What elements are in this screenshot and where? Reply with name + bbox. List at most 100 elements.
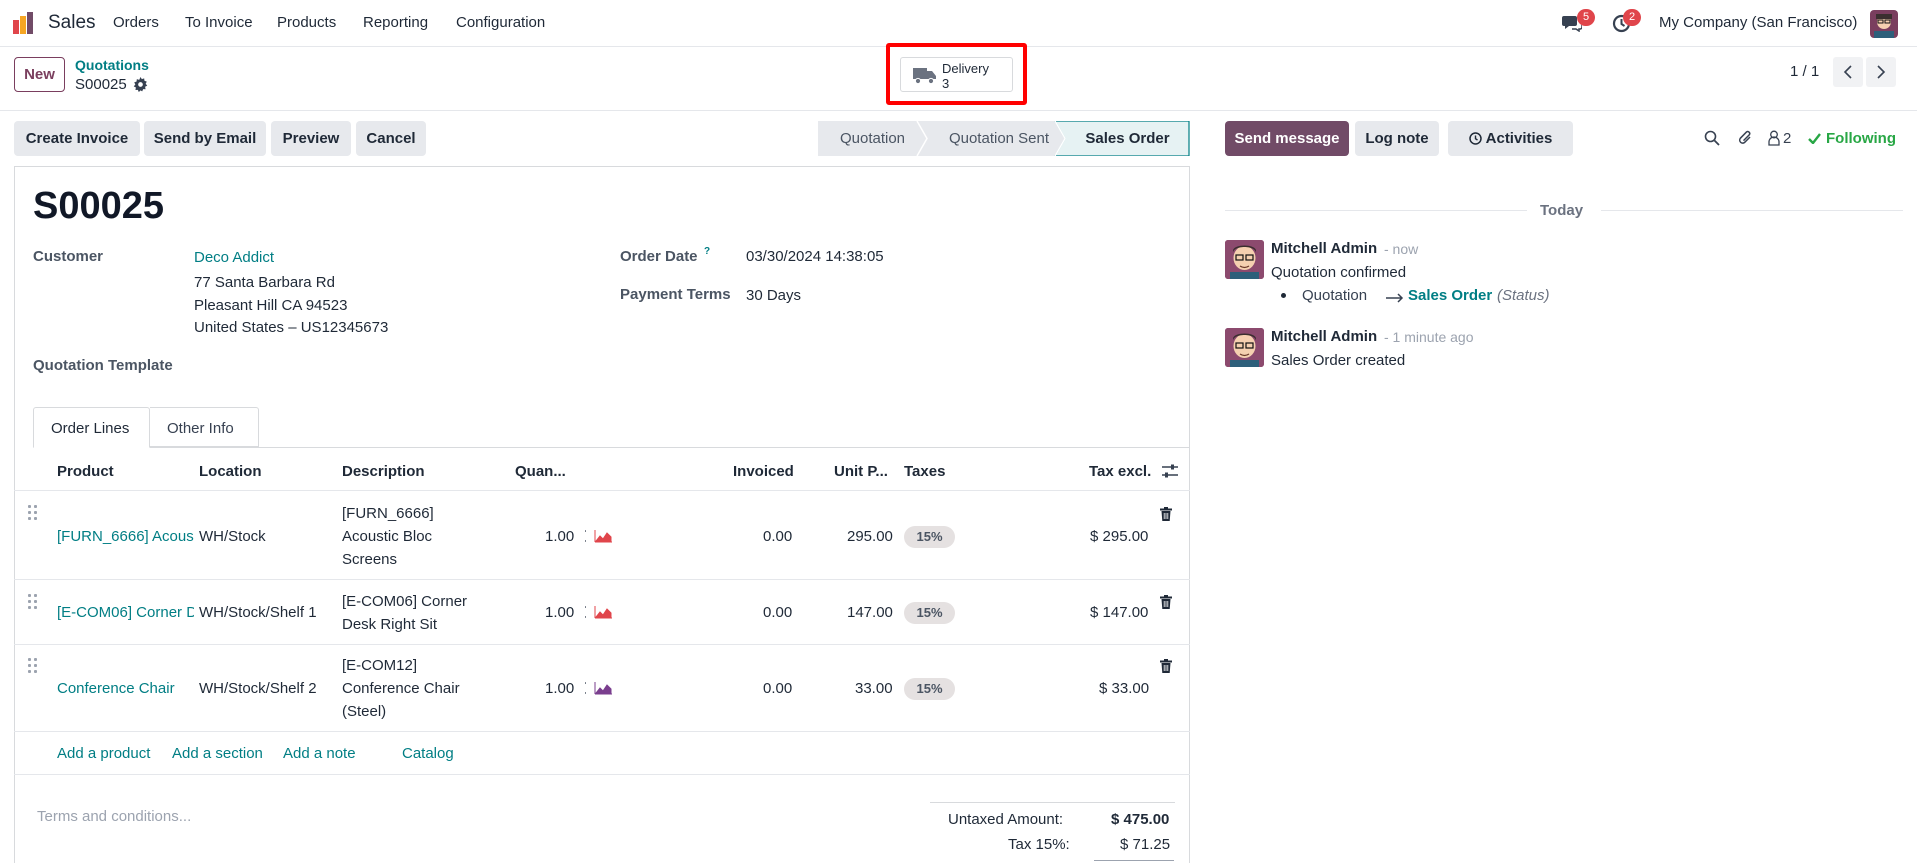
row-1-trash-icon[interactable] <box>1160 507 1172 521</box>
pager-value[interactable]: 1 / 1 <box>1790 63 1819 80</box>
status-sales-order[interactable]: Sales Order <box>1065 121 1190 156</box>
log-note-button[interactable]: Log note <box>1355 121 1439 156</box>
optional-columns-icon[interactable] <box>1162 463 1178 479</box>
row-2-trash-icon[interactable] <box>1160 595 1172 609</box>
row-1-product[interactable]: [FURN_6666] Acous <box>57 528 194 545</box>
col-quantity[interactable]: Quan... <box>515 463 566 480</box>
row-2-tax-tag[interactable]: 15% <box>904 602 955 624</box>
row-2-quantity[interactable]: 1.00 <box>545 604 574 621</box>
row-1-quantity[interactable]: 1.00 <box>545 528 574 545</box>
row-3-drag-handle[interactable] <box>28 658 40 674</box>
new-button[interactable]: New <box>14 57 65 92</box>
message-1-author[interactable]: Mitchell Admin <box>1271 240 1377 257</box>
row-3-description-2[interactable]: Conference Chair <box>342 680 460 697</box>
row-2-product[interactable]: [E-COM06] Corner D <box>57 604 194 621</box>
row-2-location[interactable]: WH/Stock/Shelf 1 <box>199 604 317 621</box>
order-date-value[interactable]: 03/30/2024 14:38:05 <box>746 248 884 265</box>
app-name[interactable]: Sales <box>48 12 96 34</box>
catalog-link[interactable]: Catalog <box>402 745 454 762</box>
row-3-description-1[interactable]: [E-COM12] <box>342 657 417 674</box>
row-3-tax-tag[interactable]: 15% <box>904 678 955 700</box>
create-invoice-button[interactable]: Create Invoice <box>14 121 140 156</box>
row-1-description-1[interactable]: [FURN_6666] <box>342 505 434 522</box>
row-1-forecast-icon[interactable] <box>580 529 613 543</box>
send-by-email-button[interactable]: Send by Email <box>144 121 266 156</box>
row-2-invoiced: 0.00 <box>763 604 793 621</box>
row-2-description-2[interactable]: Desk Right Sit <box>342 616 437 633</box>
menu-reporting[interactable]: Reporting <box>363 14 428 31</box>
row-3-forecast-icon[interactable] <box>580 681 613 695</box>
order-date-help-icon[interactable]: ? <box>704 246 710 257</box>
activities-button[interactable]: Activities <box>1448 121 1573 156</box>
delivery-count: 3 <box>942 76 950 91</box>
row-1-drag-handle[interactable] <box>28 505 40 521</box>
message-1-body: Quotation confirmed <box>1271 264 1407 281</box>
menu-configuration[interactable]: Configuration <box>456 14 545 31</box>
breadcrumb-quotations[interactable]: Quotations <box>75 57 149 73</box>
row-3-divider <box>14 731 1190 732</box>
row-2-divider <box>14 644 1190 645</box>
add-product-link[interactable]: Add a product <box>57 745 150 762</box>
pager-previous-button[interactable] <box>1833 57 1863 87</box>
followers-button[interactable]: 2 <box>1768 129 1798 147</box>
row-3-location[interactable]: WH/Stock/Shelf 2 <box>199 680 317 697</box>
row-1-location[interactable]: WH/Stock <box>199 528 266 545</box>
address-line-3: United States – US12345673 <box>194 319 389 336</box>
totals-divider <box>930 802 1175 803</box>
row-2-drag-handle[interactable] <box>28 594 40 610</box>
clock-icon <box>1468 123 1482 158</box>
row-1-unit-price[interactable]: 295.00 <box>847 528 893 545</box>
message-2-author[interactable]: Mitchell Admin <box>1271 328 1377 345</box>
message-2-avatar[interactable] <box>1225 328 1264 367</box>
following-button[interactable]: Following <box>1808 130 1904 148</box>
cancel-button[interactable]: Cancel <box>356 121 426 156</box>
row-2-unit-price[interactable]: 147.00 <box>847 604 893 621</box>
user-avatar[interactable] <box>1870 10 1898 38</box>
activities-count-badge: 2 <box>1623 9 1641 26</box>
company-switcher[interactable]: My Company (San Francisco) <box>1659 14 1857 31</box>
sales-app-icon[interactable] <box>13 12 37 34</box>
pager-next-button[interactable] <box>1866 57 1896 87</box>
menu-to-invoice[interactable]: To Invoice <box>185 14 253 31</box>
customer-link[interactable]: Deco Addict <box>194 249 274 266</box>
row-3-description-3[interactable]: (Steel) <box>342 703 386 720</box>
row-1-description-3[interactable]: Screens <box>342 551 397 568</box>
col-location[interactable]: Location <box>199 463 262 480</box>
menu-products[interactable]: Products <box>277 14 336 31</box>
payment-terms-value[interactable]: 30 Days <box>746 287 801 304</box>
row-3-quantity[interactable]: 1.00 <box>545 680 574 697</box>
row-1-tax-tag[interactable]: 15% <box>904 526 955 548</box>
search-icon[interactable] <box>1704 130 1720 146</box>
delivery-smart-button[interactable]: Delivery 3 <box>900 57 1013 92</box>
col-invoiced[interactable]: Invoiced <box>733 463 794 480</box>
gear-icon[interactable] <box>133 77 148 93</box>
row-1-description-2[interactable]: Acoustic Bloc <box>342 528 432 545</box>
message-1-avatar[interactable] <box>1225 240 1264 279</box>
following-label: Following <box>1826 130 1896 147</box>
status-quotation[interactable]: Quotation <box>818 121 927 156</box>
tab-other-info[interactable]: Other Info <box>150 407 259 447</box>
row-2-forecast-icon[interactable] <box>580 605 613 619</box>
row-2-description-1[interactable]: [E-COM06] Corner <box>342 593 467 610</box>
col-taxes[interactable]: Taxes <box>904 463 945 480</box>
paperclip-icon[interactable] <box>1738 129 1754 147</box>
status-quotation-sent[interactable]: Quotation Sent <box>925 121 1073 156</box>
add-section-link[interactable]: Add a section <box>172 745 263 762</box>
header-divider <box>14 490 1190 491</box>
arrow-right-icon <box>1386 290 1404 303</box>
row-2-subtotal: $ 147.00 <box>1090 604 1149 621</box>
row-3-unit-price[interactable]: 33.00 <box>855 680 893 697</box>
tab-order-lines[interactable]: Order Lines <box>33 407 150 448</box>
row-3-trash-icon[interactable] <box>1160 659 1172 673</box>
message-1-time: - now <box>1384 241 1419 257</box>
terms-and-conditions-field[interactable]: Terms and conditions... <box>37 808 191 825</box>
send-message-button[interactable]: Send message <box>1225 121 1349 156</box>
menu-orders[interactable]: Orders <box>113 14 159 31</box>
row-3-product[interactable]: Conference Chair <box>57 680 194 697</box>
col-tax-excl[interactable]: Tax excl. <box>1089 463 1151 480</box>
add-note-link[interactable]: Add a note <box>283 745 356 762</box>
col-product[interactable]: Product <box>57 463 114 480</box>
col-unit-price[interactable]: Unit P... <box>834 463 888 480</box>
col-description[interactable]: Description <box>342 463 425 480</box>
preview-button[interactable]: Preview <box>271 121 351 156</box>
